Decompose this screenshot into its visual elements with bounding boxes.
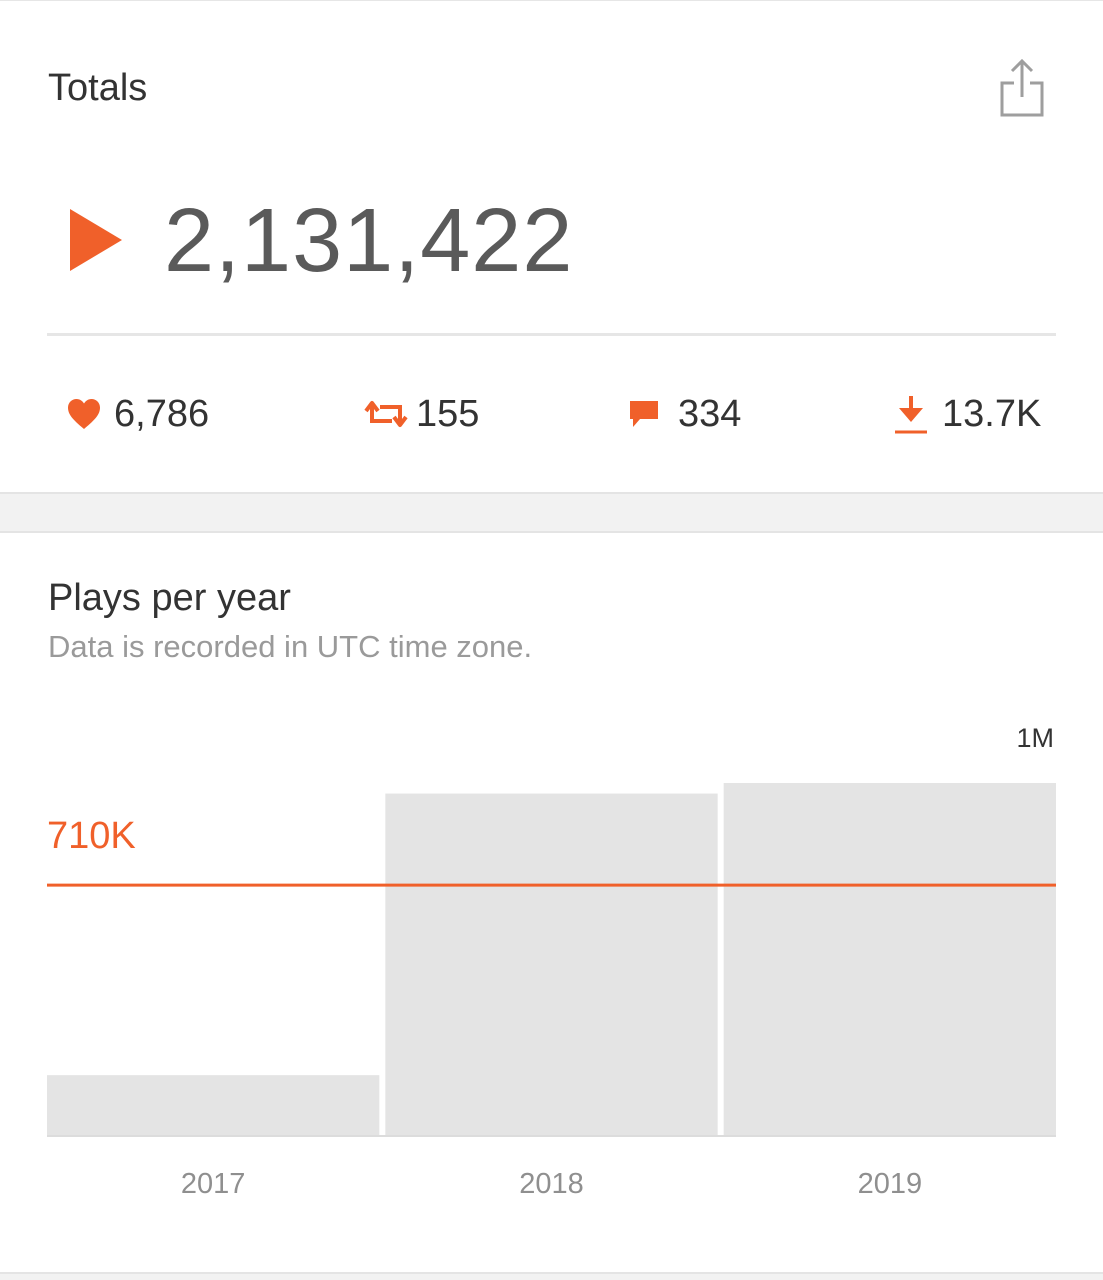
total-plays-value: 2,131,422 — [164, 191, 574, 291]
comments-count: 334 — [678, 392, 742, 435]
reposts-stat: 155 — [362, 387, 479, 441]
downloads-count: 13.7K — [942, 392, 1042, 435]
share-icon[interactable] — [994, 57, 1050, 119]
plays-per-year-chart: 2017 2018 2019 1M 710K — [47, 723, 1056, 1200]
downloads-stat: 13.7K — [892, 387, 1041, 441]
bar-2017[interactable] — [47, 1075, 380, 1135]
reposts-count: 155 — [416, 392, 480, 435]
reference-line-label: 710K — [47, 815, 136, 857]
likes-count: 6,786 — [114, 392, 210, 435]
bar-2019[interactable] — [723, 783, 1056, 1135]
y-max-label: 1M — [1016, 723, 1054, 753]
play-icon — [70, 209, 122, 271]
download-icon — [895, 396, 927, 434]
divider — [47, 333, 1056, 336]
x-tick-label: 2019 — [858, 1168, 923, 1200]
likes-stat: 6,786 — [66, 387, 209, 441]
totals-title: Totals — [48, 67, 148, 109]
x-tick-label: 2018 — [519, 1168, 584, 1200]
comment-icon — [630, 401, 658, 427]
bar-2018[interactable] — [385, 793, 718, 1135]
comments-stat: 334 — [626, 387, 741, 441]
totals-card: Totals 2,131,422 6,786 155 334 13.7K — [0, 0, 1103, 494]
plays-per-year-card: Plays per year Data is recorded in UTC t… — [0, 531, 1103, 1274]
repost-icon — [364, 401, 408, 427]
heart-icon — [68, 399, 100, 429]
x-tick-label: 2017 — [181, 1168, 246, 1200]
